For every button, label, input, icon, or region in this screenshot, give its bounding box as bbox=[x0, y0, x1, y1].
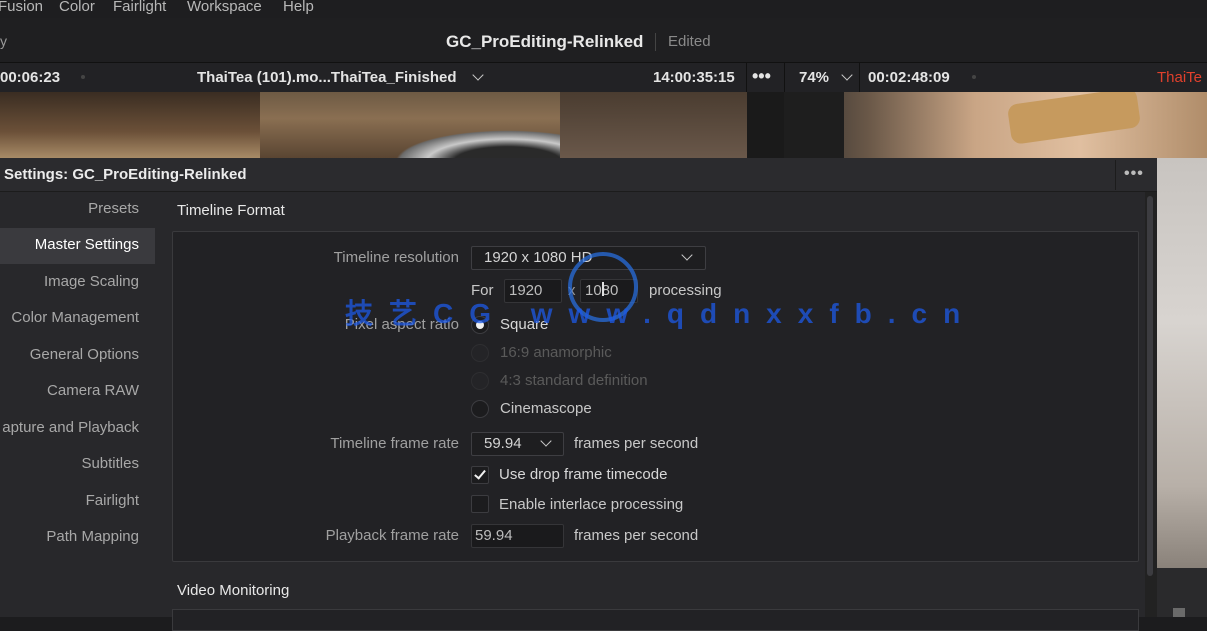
chevron-down-icon[interactable] bbox=[841, 69, 853, 81]
sidebar-item-general-options[interactable]: General Options bbox=[0, 338, 155, 374]
source-viewer-image[interactable] bbox=[0, 92, 747, 158]
sidebar-item-label: General Options bbox=[29, 346, 139, 363]
chevron-down-icon bbox=[681, 249, 693, 261]
menu-fusion[interactable]: Fusion bbox=[0, 0, 43, 15]
title-divider bbox=[655, 33, 656, 51]
sidebar-item-label: Fairlight bbox=[85, 492, 139, 509]
interlace-checkbox[interactable] bbox=[471, 495, 489, 513]
frame-rate-dropdown[interactable]: 59.94 bbox=[471, 432, 564, 456]
sidebar-item-subtitles[interactable]: Subtitles bbox=[0, 447, 155, 483]
timeline-viewer-image-edge bbox=[1157, 158, 1207, 568]
sidebar-item-image-scaling[interactable]: Image Scaling bbox=[0, 265, 155, 301]
dialog-scrollbar[interactable] bbox=[1145, 192, 1157, 617]
menu-fairlight[interactable]: Fairlight bbox=[113, 0, 166, 15]
scrollbar-thumb[interactable] bbox=[1147, 196, 1153, 576]
sidebar-item-path-mapping[interactable]: Path Mapping bbox=[0, 520, 155, 556]
standard-definition-label: 4:3 standard definition bbox=[500, 372, 648, 389]
playback-rate-input[interactable]: 59.94 bbox=[471, 524, 564, 548]
playback-fps-label: frames per second bbox=[574, 527, 699, 544]
status-dot-icon bbox=[972, 75, 976, 79]
viewer-header: 00:06:23 ThaiTea (101).mo...ThaiTea_Fini… bbox=[0, 62, 1207, 94]
sidebar-item-label: Camera RAW bbox=[47, 382, 139, 399]
resolution-label: Timeline resolution bbox=[333, 249, 459, 266]
menu-color[interactable]: Color bbox=[59, 0, 95, 15]
record-timecode: 14:00:35:15 bbox=[653, 69, 735, 86]
clip-name-dropdown[interactable]: ThaiTea (101).mo...ThaiTea_Finished bbox=[197, 69, 457, 86]
section-title-video-monitoring: Video Monitoring bbox=[177, 582, 290, 599]
sidebar-item-label: Presets bbox=[88, 200, 139, 217]
sidebar-item-master-settings[interactable]: Master Settings bbox=[0, 228, 155, 264]
source-timecode: 00:06:23 bbox=[0, 69, 61, 86]
divider bbox=[784, 63, 785, 93]
radio-anamorphic bbox=[471, 344, 489, 362]
menu-workspace[interactable]: Workspace bbox=[187, 0, 262, 15]
radio-cinemascope[interactable] bbox=[471, 400, 489, 418]
title-bar: y GC_ProEditing-Relinked Edited bbox=[0, 18, 1207, 62]
scroll-handle-icon bbox=[1173, 608, 1185, 617]
radio-standard-definition bbox=[471, 372, 489, 390]
timeline-viewer-image[interactable] bbox=[784, 92, 1207, 158]
viewer-gap bbox=[747, 92, 784, 158]
sidebar-item-color-management[interactable]: Color Management bbox=[0, 301, 155, 337]
menu-help[interactable]: Help bbox=[283, 0, 314, 15]
divider bbox=[746, 63, 747, 93]
watermark: 技艺CG www.qdnxxfb.cn bbox=[345, 298, 977, 329]
dialog-header: Settings: GC_ProEditing-Relinked ••• bbox=[0, 158, 1157, 192]
sidebar-item-label: Color Management bbox=[11, 309, 139, 326]
playback-rate-value: 59.94 bbox=[475, 527, 513, 544]
settings-sidebar: Presets Master Settings Image Scaling Co… bbox=[0, 192, 155, 617]
sidebar-item-fairlight[interactable]: Fairlight bbox=[0, 484, 155, 520]
timeline-format-panel: Timeline resolution 1920 x 1080 HD For 1… bbox=[172, 231, 1139, 562]
sidebar-item-label: Subtitles bbox=[81, 455, 139, 472]
sidebar-item-label: Image Scaling bbox=[43, 273, 139, 290]
frame-rate-value: 59.94 bbox=[484, 435, 522, 452]
sidebar-item-presets[interactable]: Presets bbox=[0, 192, 155, 228]
sidebar-item-label: apture and Playback bbox=[2, 419, 139, 436]
fps-label: frames per second bbox=[574, 435, 699, 452]
settings-content: Timeline Format Timeline resolution 1920… bbox=[155, 192, 1145, 631]
dialog-title: Settings: GC_ProEditing-Relinked bbox=[4, 166, 247, 183]
project-title: GC_ProEditing-Relinked bbox=[446, 32, 644, 51]
sidebar-item-label: Master Settings bbox=[34, 236, 139, 253]
more-options-icon[interactable]: ••• bbox=[752, 66, 771, 87]
interlace-label[interactable]: Enable interlace processing bbox=[499, 496, 683, 513]
frame-rate-label: Timeline frame rate bbox=[330, 435, 459, 452]
project-settings-dialog: Settings: GC_ProEditing-Relinked ••• Pre… bbox=[0, 158, 1157, 631]
chevron-down-icon bbox=[540, 435, 552, 447]
duration-timecode: 00:02:48:09 bbox=[868, 69, 950, 86]
timeline-name: ThaiTe bbox=[1157, 69, 1203, 86]
sidebar-item-label: Path Mapping bbox=[46, 528, 139, 545]
dialog-options-button[interactable]: ••• bbox=[1115, 160, 1156, 190]
divider bbox=[859, 63, 860, 93]
status-dot-icon bbox=[81, 75, 85, 79]
anamorphic-label: 16:9 anamorphic bbox=[500, 344, 612, 361]
sidebar-item-capture-playback[interactable]: apture and Playback bbox=[0, 411, 155, 447]
drop-frame-checkbox[interactable] bbox=[471, 466, 489, 484]
drop-frame-label[interactable]: Use drop frame timecode bbox=[499, 466, 667, 483]
zoom-level-dropdown[interactable]: 74% bbox=[799, 69, 829, 86]
edited-status: Edited bbox=[668, 33, 711, 50]
title-left-fragment: y bbox=[0, 33, 7, 49]
playback-rate-label: Playback frame rate bbox=[325, 527, 459, 544]
video-monitoring-panel bbox=[172, 609, 1139, 631]
section-title-timeline-format: Timeline Format bbox=[177, 202, 285, 219]
more-options-icon: ••• bbox=[1124, 165, 1144, 182]
sidebar-item-camera-raw[interactable]: Camera RAW bbox=[0, 374, 155, 410]
menu-bar: Fusion Color Fairlight Workspace Help bbox=[0, 0, 1207, 18]
chevron-down-icon[interactable] bbox=[472, 69, 484, 81]
viewer-bottom-strip bbox=[1157, 568, 1207, 617]
cinemascope-label[interactable]: Cinemascope bbox=[500, 400, 592, 417]
